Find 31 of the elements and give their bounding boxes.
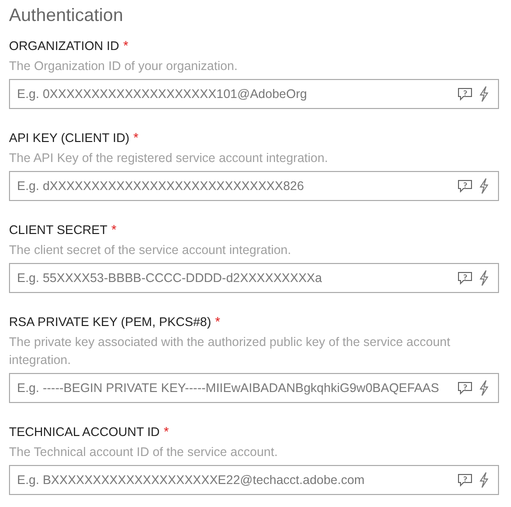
required-mark: * [111, 222, 116, 237]
field-label: RSA PRIVATE KEY (PEM, PKCS#8) [9, 314, 212, 331]
field-description: The private key associated with the authorized public key of the service account integration. [9, 334, 452, 369]
field-label: ORGANIZATION ID [9, 38, 120, 55]
required-mark: * [215, 314, 220, 329]
field-description: The Technical account ID of the service account. [9, 444, 279, 461]
input-field[interactable]: E.g. BXXXXXXXXXXXXXXXXXXXXE22@techacct.adobe.com [9, 465, 499, 495]
input-field[interactable]: E.g. 0XXXXXXXXXXXXXXXXXXXX101@AdobeOrg [9, 79, 499, 109]
lightning-icon[interactable] [479, 178, 489, 194]
lightning-icon[interactable] [479, 86, 489, 102]
lightning-icon[interactable] [479, 380, 489, 396]
required-mark: * [123, 38, 128, 53]
help-icon[interactable] [457, 87, 473, 101]
field-description: The client secret of the service account integration. [9, 242, 292, 259]
help-icon[interactable] [457, 381, 473, 395]
field-description: The Organization ID of your organization. [9, 58, 239, 75]
help-icon[interactable] [457, 271, 473, 285]
input-field[interactable]: E.g. -----BEGIN PRIVATE KEY-----MIIEwAIBADANBgkqhkiG9w0BAQEFAAS [9, 373, 499, 403]
help-icon[interactable] [457, 179, 473, 193]
field-label: CLIENT SECRET [9, 222, 108, 239]
section-title: Authentication [9, 4, 124, 27]
input-field[interactable]: E.g. 55XXXX53-BBBB-CCCC-DDDD-d2XXXXXXXXXa [9, 263, 499, 293]
field-description: The API Key of the registered service account integration. [9, 150, 329, 167]
required-mark: * [164, 424, 169, 439]
lightning-icon[interactable] [479, 472, 489, 488]
help-icon[interactable] [457, 473, 473, 487]
field-label: TECHNICAL ACCOUNT ID [9, 424, 160, 441]
input-field[interactable]: E.g. dXXXXXXXXXXXXXXXXXXXXXXXXXXXX826 [9, 171, 499, 201]
lightning-icon[interactable] [479, 270, 489, 286]
field-label: API KEY (CLIENT ID) [9, 130, 130, 147]
required-mark: * [133, 130, 138, 145]
